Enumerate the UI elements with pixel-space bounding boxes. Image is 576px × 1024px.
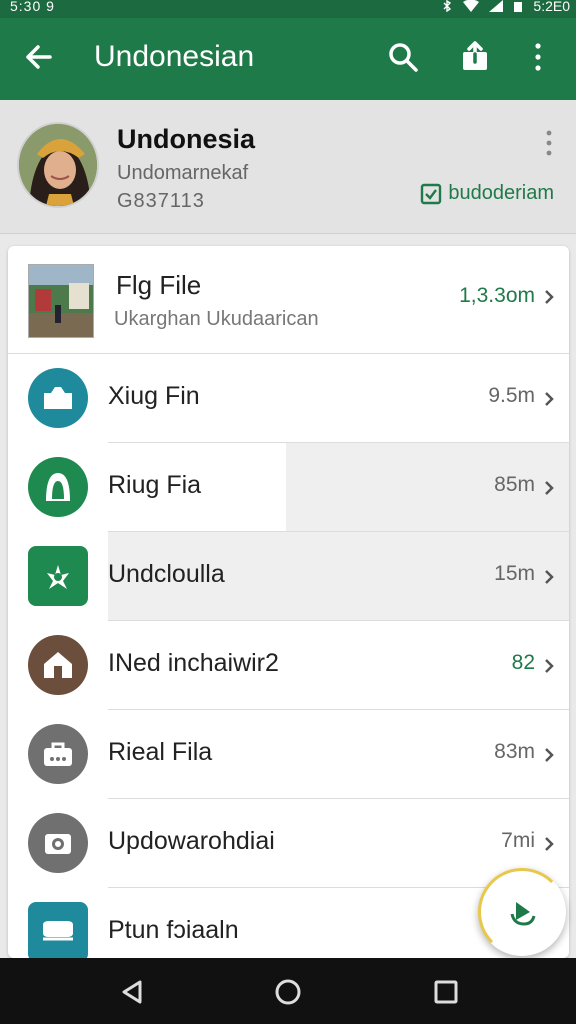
more-vert-icon [546,130,552,156]
chat-icon [28,902,88,958]
item-title: Riug Fia [108,471,202,499]
system-nav-bar [0,958,576,1024]
status-time-right: 5:2E0 [533,0,570,14]
search-button[interactable] [386,40,420,74]
chevron-right-icon [543,657,555,675]
item-title: Undcloulla [108,560,225,588]
avatar[interactable] [17,122,99,208]
battery-icon [514,2,523,12]
item-title: INed inchaiwir2 [108,649,279,677]
play-circle-icon [510,902,536,926]
bag-icon [28,724,88,784]
share-box-icon [463,41,487,70]
photo-thumbnail [28,264,94,338]
item-title: Ptun fɔiaaln [108,916,239,944]
circle-home-icon [275,979,301,1005]
play-fab[interactable] [478,868,566,956]
more-vert-icon [535,43,541,71]
shield-icon [28,546,88,606]
triangle-back-icon [122,980,142,1004]
nav-back-button[interactable] [118,978,146,1006]
list-item[interactable]: Rieal Fila 83m [8,710,569,799]
nav-home-button[interactable] [274,978,302,1006]
briefcase-icon [28,368,88,428]
badge-label: budoderiam [448,182,554,204]
item-size: 15m [494,562,535,585]
share-button[interactable] [458,40,492,74]
square-recents-icon [434,980,458,1004]
item-subtitle: Ukarghan Ukudaarican [114,308,319,330]
chevron-right-icon [543,746,555,764]
file-list: Flg File Ukarghan Ukudaarican 1,3.3om Xi… [8,246,569,958]
check-box-icon [421,183,442,204]
chevron-right-icon [543,835,555,853]
item-title: Rieal Fila [108,738,213,766]
search-icon [389,43,418,72]
home-icon [28,635,88,695]
avatar-image [19,124,97,206]
page-title: Undonesian [94,40,255,73]
app-bar: Undonesian [0,18,576,100]
profile-icon [28,457,88,517]
item-title: Xiug Fin [108,382,200,410]
item-title: Flg File [116,270,202,300]
profile-header: Undonesia Undomarnekaf G837113 budoderia… [0,100,576,234]
list-item[interactable]: INed inchaiwir2 82 [8,621,569,710]
profile-more-button[interactable] [538,128,560,158]
chevron-right-icon [543,479,555,497]
item-size: 82 [511,651,535,674]
bluetooth-icon [443,0,452,12]
overflow-menu-button[interactable] [528,40,548,74]
status-bar: 5:30 9 5:2E0 [0,0,576,18]
status-time-left: 5:30 9 [10,0,55,14]
wifi-icon [463,0,480,12]
signal-icon [489,0,504,12]
back-button[interactable] [22,40,56,74]
nav-recents-button[interactable] [432,978,460,1006]
camera-icon [28,813,88,873]
list-item[interactable]: Xiug Fin 9.5m [8,354,569,443]
item-title: Updowarohdiai [108,827,275,855]
item-size: 9.5m [488,384,535,407]
chevron-right-icon [543,390,555,408]
arrow-back-icon [26,45,52,69]
list-item[interactable]: Updowarohdiai 7mi [8,799,569,888]
list-item[interactable]: Flg File Ukarghan Ukudaarican 1,3.3om [8,246,569,354]
chevron-right-icon [543,288,555,306]
verified-badge[interactable]: budoderiam [420,182,554,205]
item-size: 83m [494,740,535,763]
item-size: 7mi [501,829,535,852]
profile-code: G837113 [117,190,205,212]
list-item[interactable]: Riug Fia 85m [8,443,569,532]
profile-name: Undonesia [117,124,256,154]
chevron-right-icon [543,568,555,586]
status-icons: 5:2E0 [441,0,570,14]
item-size: 85m [494,473,535,496]
list-item[interactable]: Undcloulla 15m [8,532,569,621]
profile-subtitle: Undomarnekaf [117,162,249,184]
item-size: 1,3.3om [459,284,535,307]
